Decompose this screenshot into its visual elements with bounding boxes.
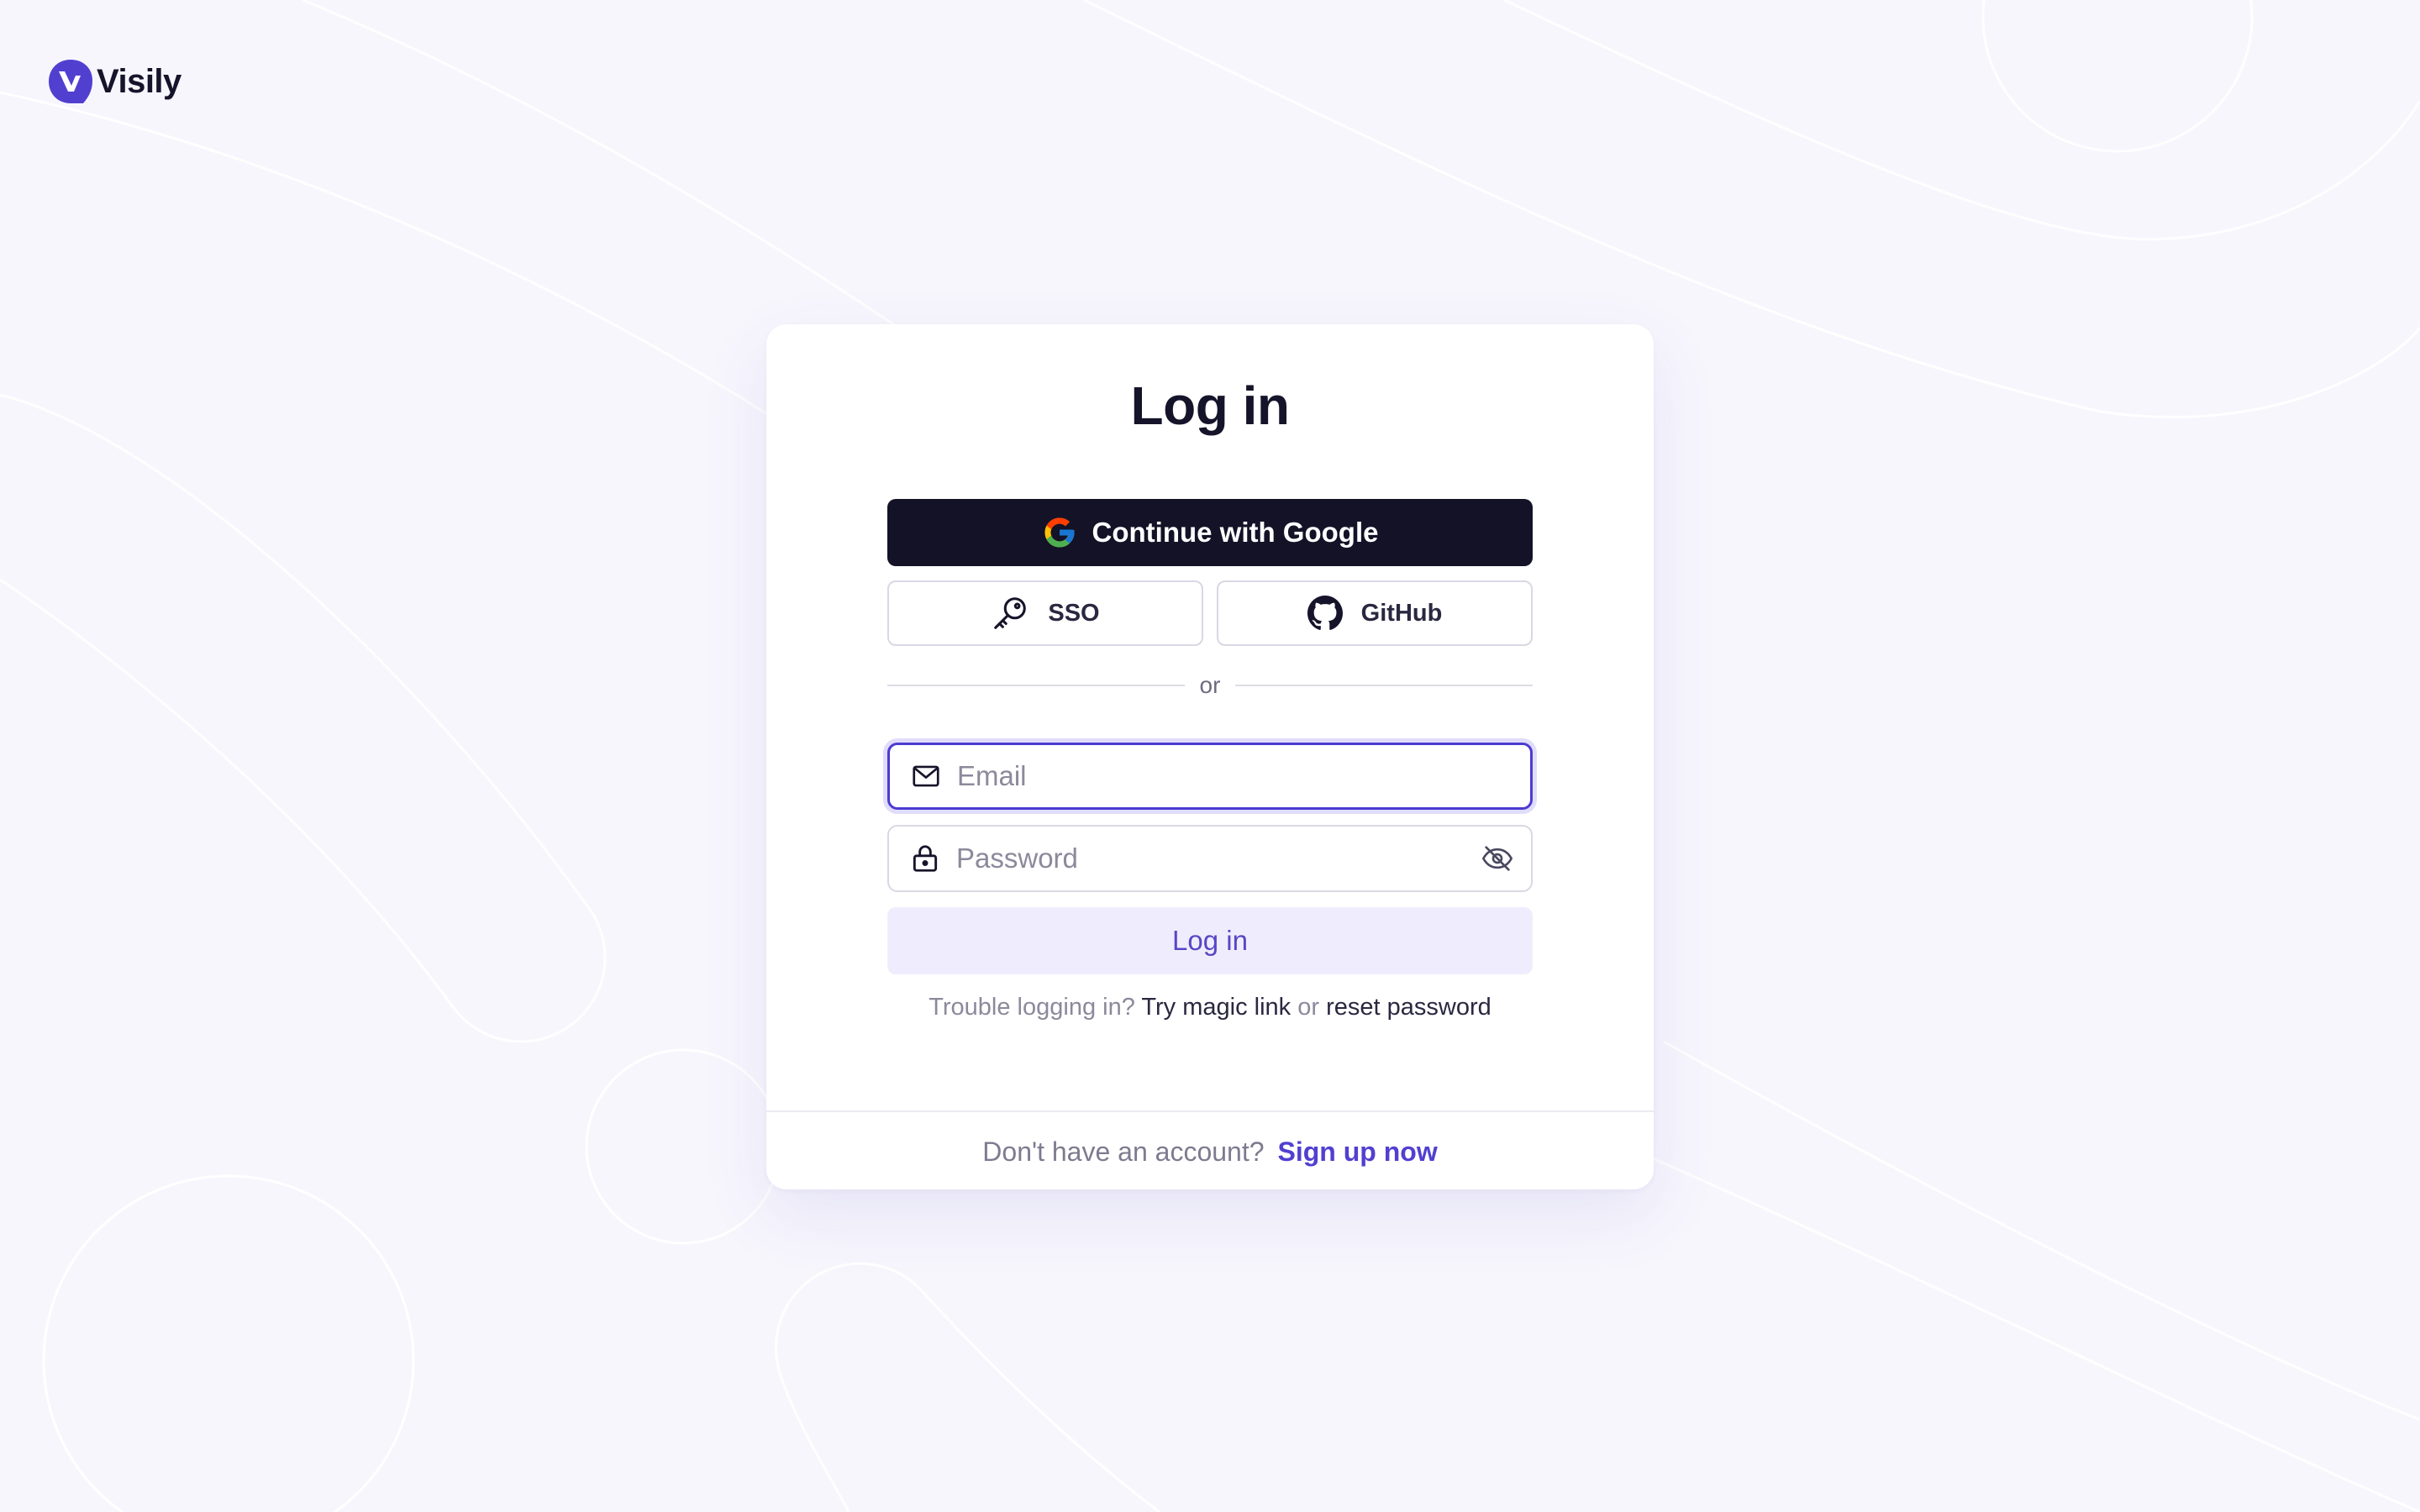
- github-icon: [1307, 596, 1343, 631]
- visily-logo-icon: [49, 60, 92, 103]
- login-card: Log in Continue with Google SSO GitHub o…: [766, 324, 1654, 1189]
- lock-icon: [909, 843, 941, 874]
- password-input[interactable]: [956, 843, 1465, 874]
- help-text: Trouble logging in? Try magic link or re…: [766, 994, 1654, 1021]
- help-prefix: Trouble logging in?: [929, 994, 1135, 1021]
- github-button-label: GitHub: [1360, 599, 1443, 627]
- magic-link[interactable]: Try magic link: [1141, 994, 1291, 1021]
- divider-text: or: [1199, 672, 1221, 698]
- signup-link[interactable]: Sign up now: [1278, 1137, 1438, 1168]
- reset-password-link[interactable]: reset password: [1326, 994, 1491, 1021]
- brand-logo[interactable]: Visily: [46, 57, 182, 106]
- sso-button-label: SSO: [1048, 599, 1100, 627]
- eye-off-icon[interactable]: [1481, 842, 1514, 875]
- brand-name: Visily: [97, 62, 182, 100]
- divider-line-right: [1235, 685, 1533, 686]
- help-or: or: [1297, 994, 1320, 1021]
- divider-line-left: [887, 685, 1185, 686]
- email-field[interactable]: [887, 743, 1533, 810]
- sso-button[interactable]: SSO: [887, 580, 1203, 646]
- google-button-label: Continue with Google: [1092, 517, 1379, 548]
- signup-prompt: Don't have an account?: [982, 1136, 1265, 1167]
- continue-with-google-button[interactable]: Continue with Google: [887, 499, 1533, 566]
- email-input[interactable]: [957, 760, 1513, 792]
- google-icon: [1042, 515, 1077, 550]
- signup-footer: Don't have an account? Sign up now: [766, 1110, 1654, 1189]
- key-icon: [991, 594, 1029, 633]
- mail-icon: [910, 760, 942, 792]
- login-submit-button[interactable]: Log in: [887, 907, 1533, 974]
- password-field[interactable]: [887, 825, 1533, 892]
- or-divider: or: [887, 669, 1533, 702]
- page-title: Log in: [1130, 375, 1290, 436]
- github-button[interactable]: GitHub: [1217, 580, 1533, 646]
